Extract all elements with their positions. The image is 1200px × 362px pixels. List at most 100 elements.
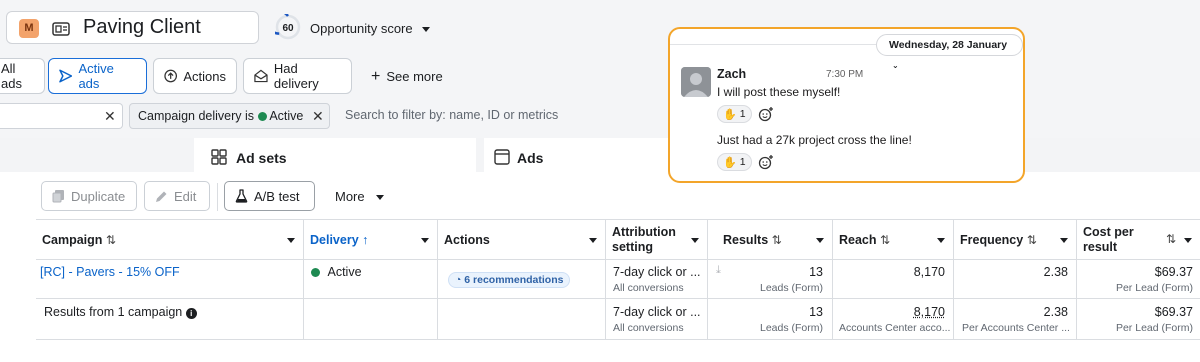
close-icon[interactable]: ✕ — [104, 108, 116, 125]
summary-label: Results from 1 campaign i — [44, 305, 197, 319]
tab-had-delivery-label: Had delivery — [273, 61, 319, 91]
column-actions[interactable]: Actions — [437, 220, 605, 260]
tab-all-ads-label: All ads — [1, 61, 22, 91]
opportunity-score-value: 60 — [282, 23, 294, 34]
sort-icon: ⇅ — [771, 233, 782, 247]
column-attribution[interactable]: Attribution setting — [605, 220, 707, 260]
chevron-down-icon[interactable] — [691, 238, 699, 243]
attribution-sub: All conversions — [613, 322, 684, 334]
cost-sub: Per Lead (Form) — [1115, 322, 1193, 334]
frequency-sub: Per Accounts Center ... — [962, 322, 1070, 334]
column-cost-per-result[interactable]: Cost per result ⇅ — [1076, 220, 1200, 260]
table-summary-row: Results from 1 campaign i 7-day click or… — [36, 299, 1200, 340]
column-results[interactable]: Results ⇅ — [707, 220, 832, 260]
cell-results: ⤓ 13 Leads (Form) — [707, 260, 832, 298]
cell-cost: $69.37 Per Lead (Form) — [1076, 260, 1200, 298]
tab-actions[interactable]: Actions — [153, 58, 237, 94]
edit-button[interactable]: Edit — [144, 181, 210, 211]
add-reaction-icon[interactable] — [758, 106, 774, 122]
sort-ascending-icon: ↑ — [362, 233, 369, 247]
reach-sub: Accounts Center acco... — [839, 322, 951, 334]
sort-icon: ⇅ — [1026, 233, 1037, 247]
add-reaction-icon[interactable] — [758, 154, 774, 170]
chevron-down-icon[interactable] — [589, 238, 597, 243]
see-more-label: See more — [386, 69, 443, 84]
reaction-pill[interactable]: ✋ 1 — [717, 105, 752, 123]
tab-had-delivery[interactable]: Had delivery — [243, 58, 352, 94]
cell-actions: ◔ 6 recommendations — [437, 260, 605, 298]
user-silhouette-icon — [681, 67, 711, 97]
reaction-pill[interactable]: ✋ 1 — [717, 153, 752, 171]
message-text: I will post these myself! — [717, 85, 841, 99]
cost-value: $69.37 — [1154, 305, 1193, 319]
active-status-dot — [311, 268, 320, 277]
active-status-dot — [257, 112, 267, 121]
column-actions-label: Actions — [444, 233, 490, 247]
column-attribution-label: Attribution setting — [612, 225, 676, 254]
ab-test-button[interactable]: A/B test — [224, 181, 315, 211]
recommendation-icon: ◔ — [455, 274, 462, 286]
cell-frequency: 2.38 — [953, 260, 1076, 298]
attribution-sub: All conversions — [613, 282, 684, 294]
avatar[interactable] — [681, 67, 711, 97]
filter-chip-previous[interactable]: ✕ — [0, 103, 123, 129]
chevron-down-icon[interactable] — [1060, 238, 1068, 243]
chevron-down-icon: ⌄ — [892, 61, 899, 70]
sort-icon[interactable]: ⇅ — [1166, 232, 1176, 246]
results-sub: Leads (Form) — [759, 322, 823, 334]
results-value: 13 — [809, 265, 823, 279]
cell-actions-empty — [437, 299, 605, 339]
chevron-down-icon[interactable] — [816, 238, 824, 243]
cell-campaign[interactable]: [RC] - Pavers - 15% OFF — [36, 260, 303, 298]
filter-chip-value: Active — [269, 109, 304, 123]
account-selector[interactable]: M Paving Client — [6, 11, 259, 44]
message-time: 7:30 PM — [826, 69, 864, 80]
tab-active-ads-label: Active ads — [78, 61, 114, 91]
attribution-value: 7-day click or ... — [613, 305, 701, 319]
chevron-down-icon[interactable] — [421, 238, 429, 243]
recommendations-badge[interactable]: ◔ 6 recommendations — [448, 272, 571, 288]
duplicate-button[interactable]: Duplicate — [41, 181, 137, 211]
column-delivery-label: Delivery ↑ — [310, 233, 369, 247]
close-icon[interactable]: ✕ — [312, 108, 324, 125]
column-reach[interactable]: Reach ⇅ — [832, 220, 953, 260]
opportunity-score-ring[interactable]: 60 — [275, 14, 301, 40]
cell-attribution: 7-day click or ... All conversions — [605, 260, 707, 298]
campaign-link[interactable]: [RC] - Pavers - 15% OFF — [40, 265, 180, 279]
column-frequency-label: Frequency ⇅ — [960, 233, 1037, 247]
cell-delivery-empty — [303, 299, 437, 339]
message-text: Just had a 27k project cross the line! — [717, 133, 912, 147]
reach-value: 8,170 — [913, 305, 945, 319]
column-reach-label: Reach ⇅ — [839, 233, 891, 247]
edit-label: Edit — [174, 188, 197, 204]
see-more-button[interactable]: + See more — [371, 68, 443, 86]
column-delivery[interactable]: Delivery ↑ — [303, 220, 437, 260]
tab-ad-sets-label: Ad sets — [236, 150, 287, 166]
tab-all-ads[interactable]: All ads — [0, 58, 45, 94]
column-campaign[interactable]: Campaign ⇅ — [36, 220, 303, 260]
chevron-down-icon[interactable] — [937, 238, 945, 243]
cost-value: $69.37 — [1154, 265, 1193, 279]
tab-ads-label: Ads — [517, 150, 544, 166]
upload-circle-icon — [164, 69, 178, 83]
envelope-open-icon — [254, 69, 268, 83]
filter-chip-delivery[interactable]: Campaign delivery is Active ✕ — [129, 103, 330, 129]
opportunity-score-dropdown[interactable]: Opportunity score — [310, 21, 431, 36]
sender-name[interactable]: Zach — [717, 67, 746, 81]
info-icon: i — [185, 308, 197, 319]
filter-search-input[interactable]: Search to filter by: name, ID or metrics — [345, 108, 558, 122]
tab-actions-label: Actions — [183, 68, 226, 84]
more-dropdown[interactable]: More — [335, 189, 385, 204]
cell-cost: $69.37 Per Lead (Form) — [1076, 299, 1200, 339]
chevron-down-icon[interactable] — [1184, 238, 1192, 243]
tab-active-ads[interactable]: Active ads — [48, 58, 147, 94]
column-frequency[interactable]: Frequency ⇅ — [953, 220, 1076, 260]
chevron-down-icon[interactable] — [287, 238, 295, 243]
ab-test-label: A/B test — [254, 188, 300, 204]
cell-frequency: 2.38 Per Accounts Center ... — [953, 299, 1076, 339]
copy-icon — [52, 190, 64, 203]
cell-delivery: Active — [303, 260, 437, 298]
table-row[interactable]: [RC] - Pavers - 15% OFF Active ◔ 6 recom… — [36, 260, 1200, 299]
reaction-count: 1 — [739, 108, 746, 120]
date-pill[interactable]: Wednesday, 28 January ⌄ — [876, 34, 1023, 70]
